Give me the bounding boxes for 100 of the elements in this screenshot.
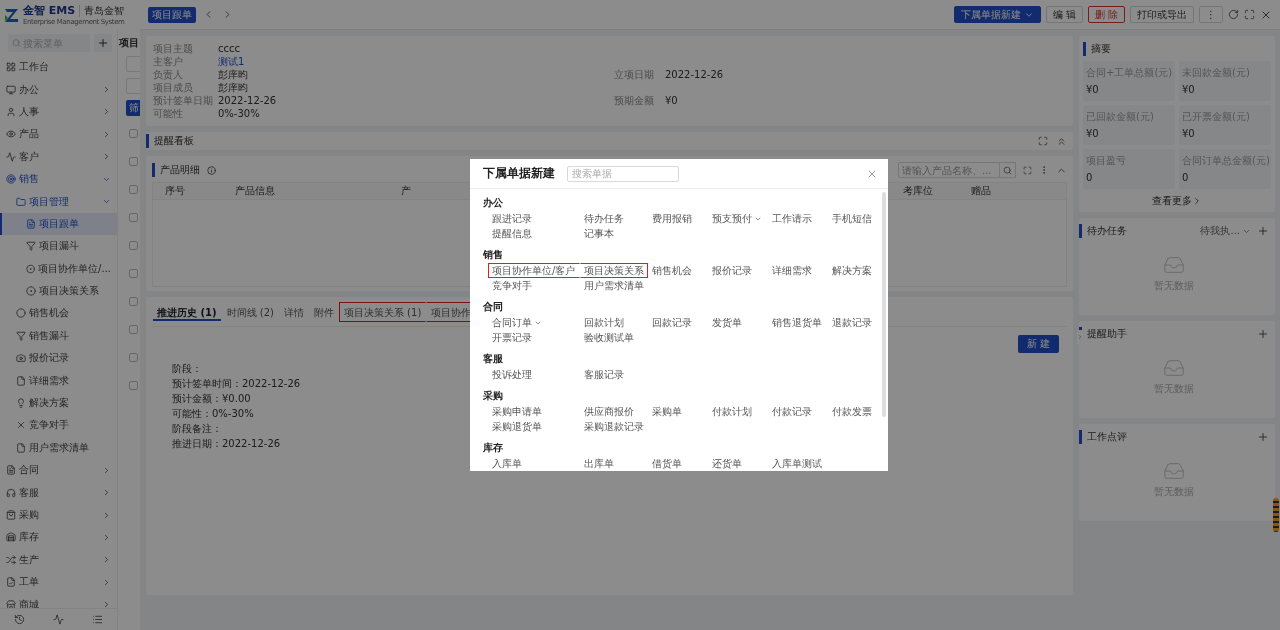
document-type-item[interactable]: 记事本: [580, 226, 648, 241]
menu-item[interactable]: 采购: [0, 503, 117, 527]
document-type-item[interactable]: 采购申请单: [488, 404, 580, 419]
menu-item[interactable]: 产品: [0, 123, 117, 146]
filter-dropdown[interactable]: 待我执...: [1200, 224, 1251, 238]
document-type-item[interactable]: 入库单: [488, 456, 580, 471]
menu-item[interactable]: 用户需求清单: [0, 436, 117, 460]
menu-item[interactable]: 库存: [0, 526, 117, 549]
menu-item[interactable]: 合同: [0, 459, 117, 482]
menu-item[interactable]: 销售漏斗: [0, 324, 117, 348]
row-checkbox[interactable]: [129, 381, 138, 390]
document-type-item[interactable]: 出库单: [580, 456, 648, 471]
document-type-item[interactable]: 用户需求清单: [580, 278, 648, 293]
add-icon[interactable]: [1257, 225, 1269, 237]
document-type-item[interactable]: 开票记录: [488, 330, 580, 345]
document-type-item[interactable]: 工作请示: [768, 211, 828, 226]
add-icon[interactable]: [1257, 328, 1269, 340]
row-checkbox[interactable]: [129, 157, 138, 166]
fullscreen-icon[interactable]: [1244, 9, 1255, 20]
document-type-item[interactable]: 采购单: [648, 404, 708, 419]
add-button[interactable]: [94, 34, 112, 52]
menu-item[interactable]: 项目决策关系: [0, 279, 117, 303]
row-checkbox[interactable]: [129, 325, 138, 334]
menu-item[interactable]: 详细需求: [0, 369, 117, 392]
filter-button[interactable]: 筛: [126, 100, 140, 116]
menu-item[interactable]: 销售机会: [0, 302, 117, 325]
document-type-item[interactable]: 回款记录: [648, 315, 708, 330]
side-widget-icon[interactable]: [1273, 498, 1279, 532]
document-type-item[interactable]: 还货单: [708, 456, 768, 471]
document-type-item[interactable]: 销售机会: [648, 263, 708, 278]
document-type-item[interactable]: 验收测试单: [580, 330, 648, 345]
document-type-item[interactable]: 付款计划: [708, 404, 768, 419]
tab[interactable]: 项目决策关系 (1): [338, 301, 427, 322]
list-icon[interactable]: [92, 614, 103, 625]
row-checkbox[interactable]: [129, 353, 138, 362]
row-checkbox[interactable]: [129, 241, 138, 250]
more-link[interactable]: 查看更多: [1152, 194, 1202, 208]
document-type-item[interactable]: 投诉处理: [488, 367, 580, 382]
document-type-item[interactable]: 费用报销: [648, 211, 708, 226]
menu-item[interactable]: 工作台: [0, 56, 117, 79]
menu-item[interactable]: 生产: [0, 548, 117, 571]
document-type-item[interactable]: 手机短信: [828, 211, 878, 226]
document-type-item[interactable]: 付款发票: [828, 404, 878, 419]
action-button[interactable]: 删 除: [1087, 6, 1125, 23]
document-type-item[interactable]: 预支预付: [708, 211, 768, 226]
tab[interactable]: 推进历史 (1): [152, 301, 222, 322]
menu-item[interactable]: 项目漏斗: [0, 235, 117, 258]
menu-item[interactable]: 项目跟单: [0, 212, 117, 236]
menu-item[interactable]: 报价记录: [0, 347, 117, 370]
menu-item[interactable]: 项目管理: [0, 190, 117, 213]
document-type-item[interactable]: 跟进记录: [488, 211, 580, 226]
document-type-item[interactable]: 入库单测试: [768, 456, 828, 471]
action-button[interactable]: ⋮: [1199, 6, 1223, 23]
menu-item[interactable]: 客服: [0, 481, 117, 504]
document-type-item[interactable]: 合同订单: [488, 315, 580, 330]
tab[interactable]: 附件: [308, 301, 339, 322]
fullscreen-icon[interactable]: [1038, 136, 1048, 146]
document-type-item[interactable]: 付款记录: [768, 404, 828, 419]
tab[interactable]: 时间线 (2): [221, 301, 279, 322]
document-type-item[interactable]: 详细需求: [768, 263, 828, 278]
document-type-item[interactable]: 销售退货单: [768, 315, 828, 330]
document-type-item[interactable]: 解决方案: [828, 263, 878, 278]
document-type-item[interactable]: 借货单: [648, 456, 708, 471]
chart-icon[interactable]: [53, 614, 64, 625]
menu-item[interactable]: 商城: [0, 593, 117, 608]
document-type-item[interactable]: 采购退款记录: [580, 419, 648, 434]
document-type-item[interactable]: 回款计划: [580, 315, 648, 330]
menu-item[interactable]: 客户: [0, 145, 117, 168]
menu-item[interactable]: 工单: [0, 571, 117, 594]
menu-item[interactable]: 竞争对手: [0, 414, 117, 437]
document-type-item[interactable]: 竞争对手: [488, 278, 580, 293]
menu-item[interactable]: 项目协作单位/...: [0, 257, 117, 280]
document-type-item[interactable]: 待办任务: [580, 211, 648, 226]
document-type-item[interactable]: 发货单: [708, 315, 768, 330]
fullscreen-icon[interactable]: [1023, 165, 1032, 175]
search-button[interactable]: [1000, 162, 1016, 178]
document-type-item[interactable]: 提醒信息: [488, 226, 580, 241]
action-button[interactable]: 编 辑: [1045, 6, 1083, 23]
tab[interactable]: 详情: [278, 301, 309, 322]
new-button[interactable]: 新 建: [1017, 335, 1059, 353]
document-type-item[interactable]: 项目决策关系: [580, 263, 648, 278]
menu-item[interactable]: 人事: [0, 100, 117, 124]
document-type-item[interactable]: 客服记录: [580, 367, 648, 382]
row-checkbox[interactable]: [129, 297, 138, 306]
collapse-icon[interactable]: [1056, 135, 1067, 147]
action-button[interactable]: 打印或导出: [1130, 6, 1194, 23]
row-checkbox[interactable]: [129, 269, 138, 278]
refresh-icon[interactable]: [1228, 9, 1239, 20]
document-type-item[interactable]: 项目协作单位/客户: [488, 263, 580, 278]
action-button[interactable]: 下属单据新建: [953, 6, 1041, 23]
search-field[interactable]: 搜索单据: [567, 165, 679, 182]
scrollbar[interactable]: [882, 192, 886, 417]
menu-item[interactable]: 解决方案: [0, 391, 117, 415]
row-checkbox[interactable]: [129, 185, 138, 194]
row-checkbox[interactable]: [129, 129, 138, 138]
field-link[interactable]: 测试1: [218, 55, 614, 68]
row-checkbox[interactable]: [129, 213, 138, 222]
document-type-item[interactable]: 报价记录: [708, 263, 768, 278]
document-type-item[interactable]: 采购退货单: [488, 419, 580, 434]
menu-item[interactable]: 办公: [0, 78, 117, 101]
